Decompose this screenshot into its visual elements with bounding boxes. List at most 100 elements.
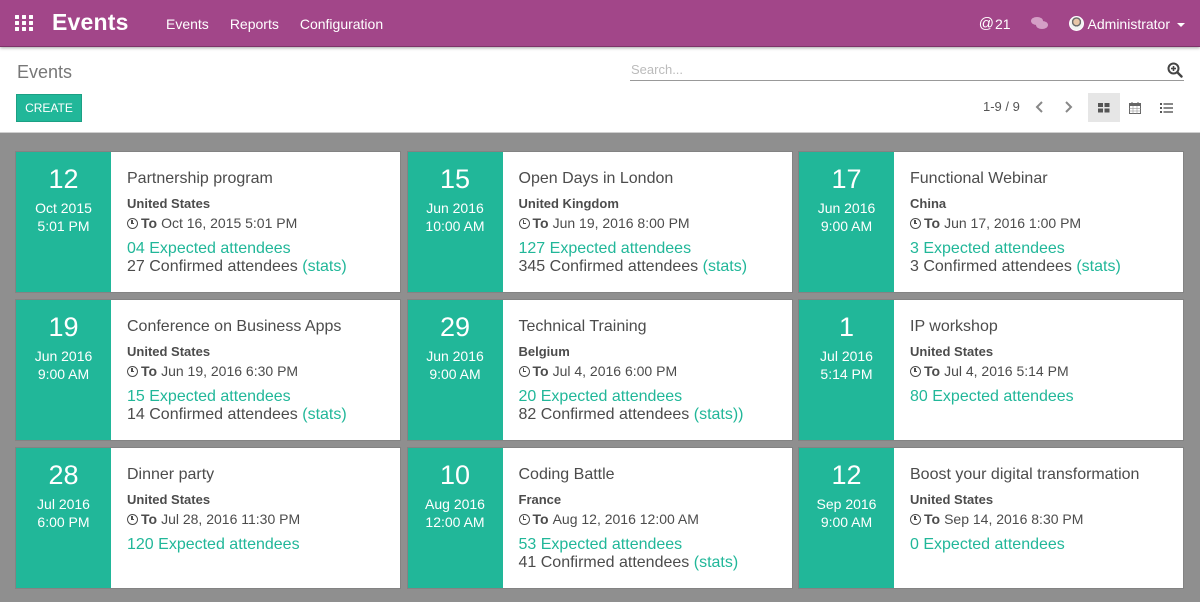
event-card[interactable]: 17 Jun 2016 9:00 AM Functional Webinar C… xyxy=(799,152,1183,292)
confirmed-attendees-text: 345 Confirmed attendees xyxy=(518,258,699,275)
expected-attendees-link[interactable]: 120 Expected attendees xyxy=(127,536,300,554)
top-navbar: Events Events Reports Configuration @ 21… xyxy=(0,0,1200,47)
kanban-view-button[interactable] xyxy=(1088,93,1120,122)
confirmed-attendees: 345 Confirmed attendees (stats) xyxy=(519,258,748,275)
main-menu: Events Reports Configuration xyxy=(166,16,404,32)
pager-value[interactable]: 1-9 / 9 xyxy=(983,99,1020,114)
expected-attendees-link[interactable]: 15 Expected attendees xyxy=(127,388,347,406)
event-card[interactable]: 1 Jul 2016 5:14 PM IP workshop United St… xyxy=(799,300,1183,440)
pager-next-button[interactable] xyxy=(1058,97,1078,117)
event-end: To Jun 17, 2016 1:00 PM xyxy=(910,214,1121,232)
expected-attendees-link[interactable]: 20 Expected attendees xyxy=(519,388,744,406)
event-month-year: Aug 2016 xyxy=(425,496,485,512)
event-month-year: Jun 2016 xyxy=(817,200,876,216)
expected-attendees-link[interactable]: 04 Expected attendees xyxy=(127,240,347,258)
event-end: To Sep 14, 2016 8:30 PM xyxy=(910,510,1139,528)
kanban-grid-icon xyxy=(1098,102,1110,112)
clock-icon xyxy=(127,365,138,377)
event-end-date: Sep 14, 2016 8:30 PM xyxy=(944,511,1084,527)
event-title: Functional Webinar xyxy=(910,170,1048,187)
event-day: 17 xyxy=(831,164,862,194)
event-title: Coding Battle xyxy=(518,466,615,483)
breadcrumb: Events xyxy=(17,62,73,82)
stats-link[interactable]: (stats) xyxy=(703,258,747,275)
chat-icon[interactable] xyxy=(1030,16,1049,31)
stats-link[interactable]: (stats) xyxy=(1076,258,1120,275)
event-day: 10 xyxy=(439,460,471,490)
event-country: United Kingdom xyxy=(518,196,619,211)
confirmed-attendees-text: 14 Confirmed attendees xyxy=(127,406,298,423)
event-day: 15 xyxy=(439,164,471,194)
search-input[interactable] xyxy=(630,59,1150,79)
event-info: Open Days in London United Kingdom To Jun… xyxy=(503,152,748,292)
event-end: To Aug 12, 2016 12:00 AM xyxy=(518,510,739,528)
menu-events[interactable]: Events xyxy=(166,16,209,32)
event-country: China xyxy=(910,196,947,211)
mentions-button[interactable]: @ 21 xyxy=(979,15,1011,32)
pager-previous-button[interactable] xyxy=(1030,97,1050,117)
event-card[interactable]: 19 Jun 2016 9:00 AM Conference on Busine… xyxy=(16,300,400,440)
event-month-year: Sep 2016 xyxy=(816,496,877,512)
event-day: 12 xyxy=(48,164,79,194)
expected-attendees-link[interactable]: 3 Expected attendees xyxy=(910,240,1121,258)
event-info: Dinner party United States To Jul 28, 201… xyxy=(111,448,300,588)
menu-configuration[interactable]: Configuration xyxy=(300,16,383,32)
expected-attendees-link[interactable]: 127 Expected attendees xyxy=(519,240,748,258)
event-date-block: 12 Sep 2016 9:00 AM xyxy=(799,448,894,588)
event-start-time: 6:00 PM xyxy=(37,514,90,530)
at-icon: @ xyxy=(978,15,994,32)
expected-attendees-link[interactable]: 0 Expected attendees xyxy=(910,536,1139,554)
calendar-view-button[interactable] xyxy=(1119,93,1151,122)
event-date-block: 17 Jun 2016 9:00 AM xyxy=(799,152,894,292)
create-button[interactable]: CREATE xyxy=(16,94,82,122)
event-country: Belgium xyxy=(518,344,570,359)
confirmed-attendees: 3 Confirmed attendees (stats) xyxy=(910,258,1121,275)
expected-attendees-link[interactable]: 80 Expected attendees xyxy=(910,388,1074,406)
event-day: 1 xyxy=(838,312,855,342)
event-country: United States xyxy=(127,492,211,507)
confirmed-attendees: 27 Confirmed attendees (stats) xyxy=(127,258,347,275)
to-label: To xyxy=(924,511,941,527)
mentions-count: 21 xyxy=(994,15,1011,32)
event-start-time: 10:00 AM xyxy=(425,218,485,234)
event-country: France xyxy=(518,492,562,507)
confirmed-attendees-text: 41 Confirmed attendees xyxy=(518,554,690,571)
to-label: To xyxy=(924,363,941,379)
event-date-block: 29 Jun 2016 9:00 AM xyxy=(407,300,503,440)
event-country: United States xyxy=(127,344,211,359)
kanban-view: 12 Oct 2015 5:01 PM Partnership program … xyxy=(16,152,1184,588)
event-country: United States xyxy=(910,344,994,359)
event-title: Partnership program xyxy=(127,170,273,187)
expected-attendees-link[interactable]: 53 Expected attendees xyxy=(519,536,739,554)
event-start-time: 5:14 PM xyxy=(820,366,873,382)
apps-menu-icon[interactable] xyxy=(15,15,33,31)
clock-icon xyxy=(910,217,921,229)
event-card[interactable]: 12 Oct 2015 5:01 PM Partnership program … xyxy=(16,152,400,292)
to-label: To xyxy=(532,363,549,379)
stats-link[interactable]: (stats)) xyxy=(694,406,744,423)
control-panel: Events CREATE 1-9 / 9 xyxy=(0,47,1200,133)
clock-icon xyxy=(127,217,138,229)
menu-reports[interactable]: Reports xyxy=(230,16,279,32)
to-label: To xyxy=(141,363,158,379)
event-card[interactable]: 15 Jun 2016 10:00 AM Open Days in London… xyxy=(407,152,792,292)
user-menu[interactable]: Administrator xyxy=(1068,16,1185,32)
event-card[interactable]: 29 Jun 2016 9:00 AM Technical Training B… xyxy=(407,300,792,440)
event-date-block: 28 Jul 2016 6:00 PM xyxy=(16,448,111,588)
to-label: To xyxy=(141,215,158,231)
stats-link[interactable]: (stats) xyxy=(302,258,346,275)
event-date-block: 10 Aug 2016 12:00 AM xyxy=(407,448,503,588)
event-card[interactable]: 10 Aug 2016 12:00 AM Coding Battle Franc… xyxy=(407,448,792,588)
list-view-button[interactable] xyxy=(1150,93,1182,122)
event-card[interactable]: 12 Sep 2016 9:00 AM Boost your digital t… xyxy=(799,448,1183,588)
event-end-date: Jul 28, 2016 11:30 PM xyxy=(161,511,301,527)
stats-link[interactable]: (stats) xyxy=(694,554,738,571)
event-info: Conference on Business Apps United State… xyxy=(111,300,347,440)
event-card[interactable]: 28 Jul 2016 6:00 PM Dinner party United … xyxy=(16,448,400,588)
event-end-date: Oct 16, 2015 5:01 PM xyxy=(161,215,298,231)
search-plus-icon[interactable] xyxy=(1167,62,1183,78)
to-label: To xyxy=(924,215,941,231)
to-label: To xyxy=(532,511,549,527)
chevron-right-icon xyxy=(1065,101,1073,113)
stats-link[interactable]: (stats) xyxy=(302,406,346,423)
